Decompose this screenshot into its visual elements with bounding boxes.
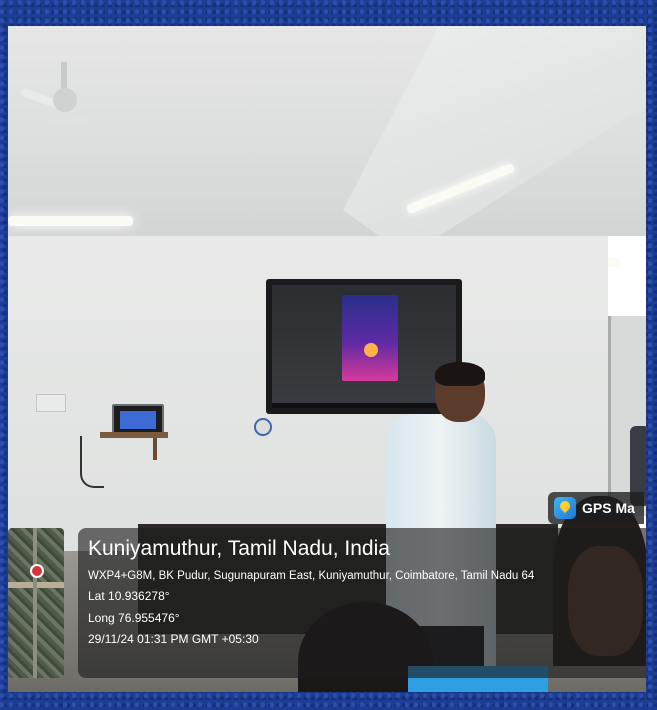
- gps-app-label: GPS Ma: [582, 500, 635, 516]
- map-thumbnail: [8, 528, 64, 678]
- wall-shelf: [100, 432, 168, 438]
- map-pin-icon: [554, 497, 576, 519]
- cable: [80, 436, 104, 488]
- laptop-screen: [120, 411, 156, 429]
- ceiling-fan: [53, 88, 77, 112]
- screen-taskbar: [272, 403, 456, 408]
- location-address: WXP4+G8M, BK Pudur, Sugunapuram East, Ku…: [88, 570, 535, 582]
- wall-clock: [254, 418, 272, 436]
- location-pin-icon: [30, 564, 44, 578]
- longitude: Long 76.955476°: [88, 611, 180, 625]
- screen-content: [272, 285, 456, 403]
- ceiling-light: [8, 216, 133, 226]
- wall-switch: [36, 394, 66, 412]
- presentation-slide: [342, 295, 398, 381]
- gps-app-badge: GPS Ma: [548, 492, 644, 524]
- location-info-card: Kuniyamuthur, Tamil Nadu, India WXP4+G8M…: [78, 528, 646, 678]
- speaker-hair: [435, 362, 485, 386]
- location-title: Kuniyamuthur, Tamil Nadu, India: [88, 537, 390, 560]
- timestamp: 29/11/24 01:31 PM GMT +05:30: [88, 632, 259, 646]
- shelf-bracket: [153, 438, 157, 460]
- latitude: Lat 10.936278°: [88, 589, 170, 603]
- display-screen: [266, 279, 462, 414]
- speaker-photo: [364, 343, 378, 357]
